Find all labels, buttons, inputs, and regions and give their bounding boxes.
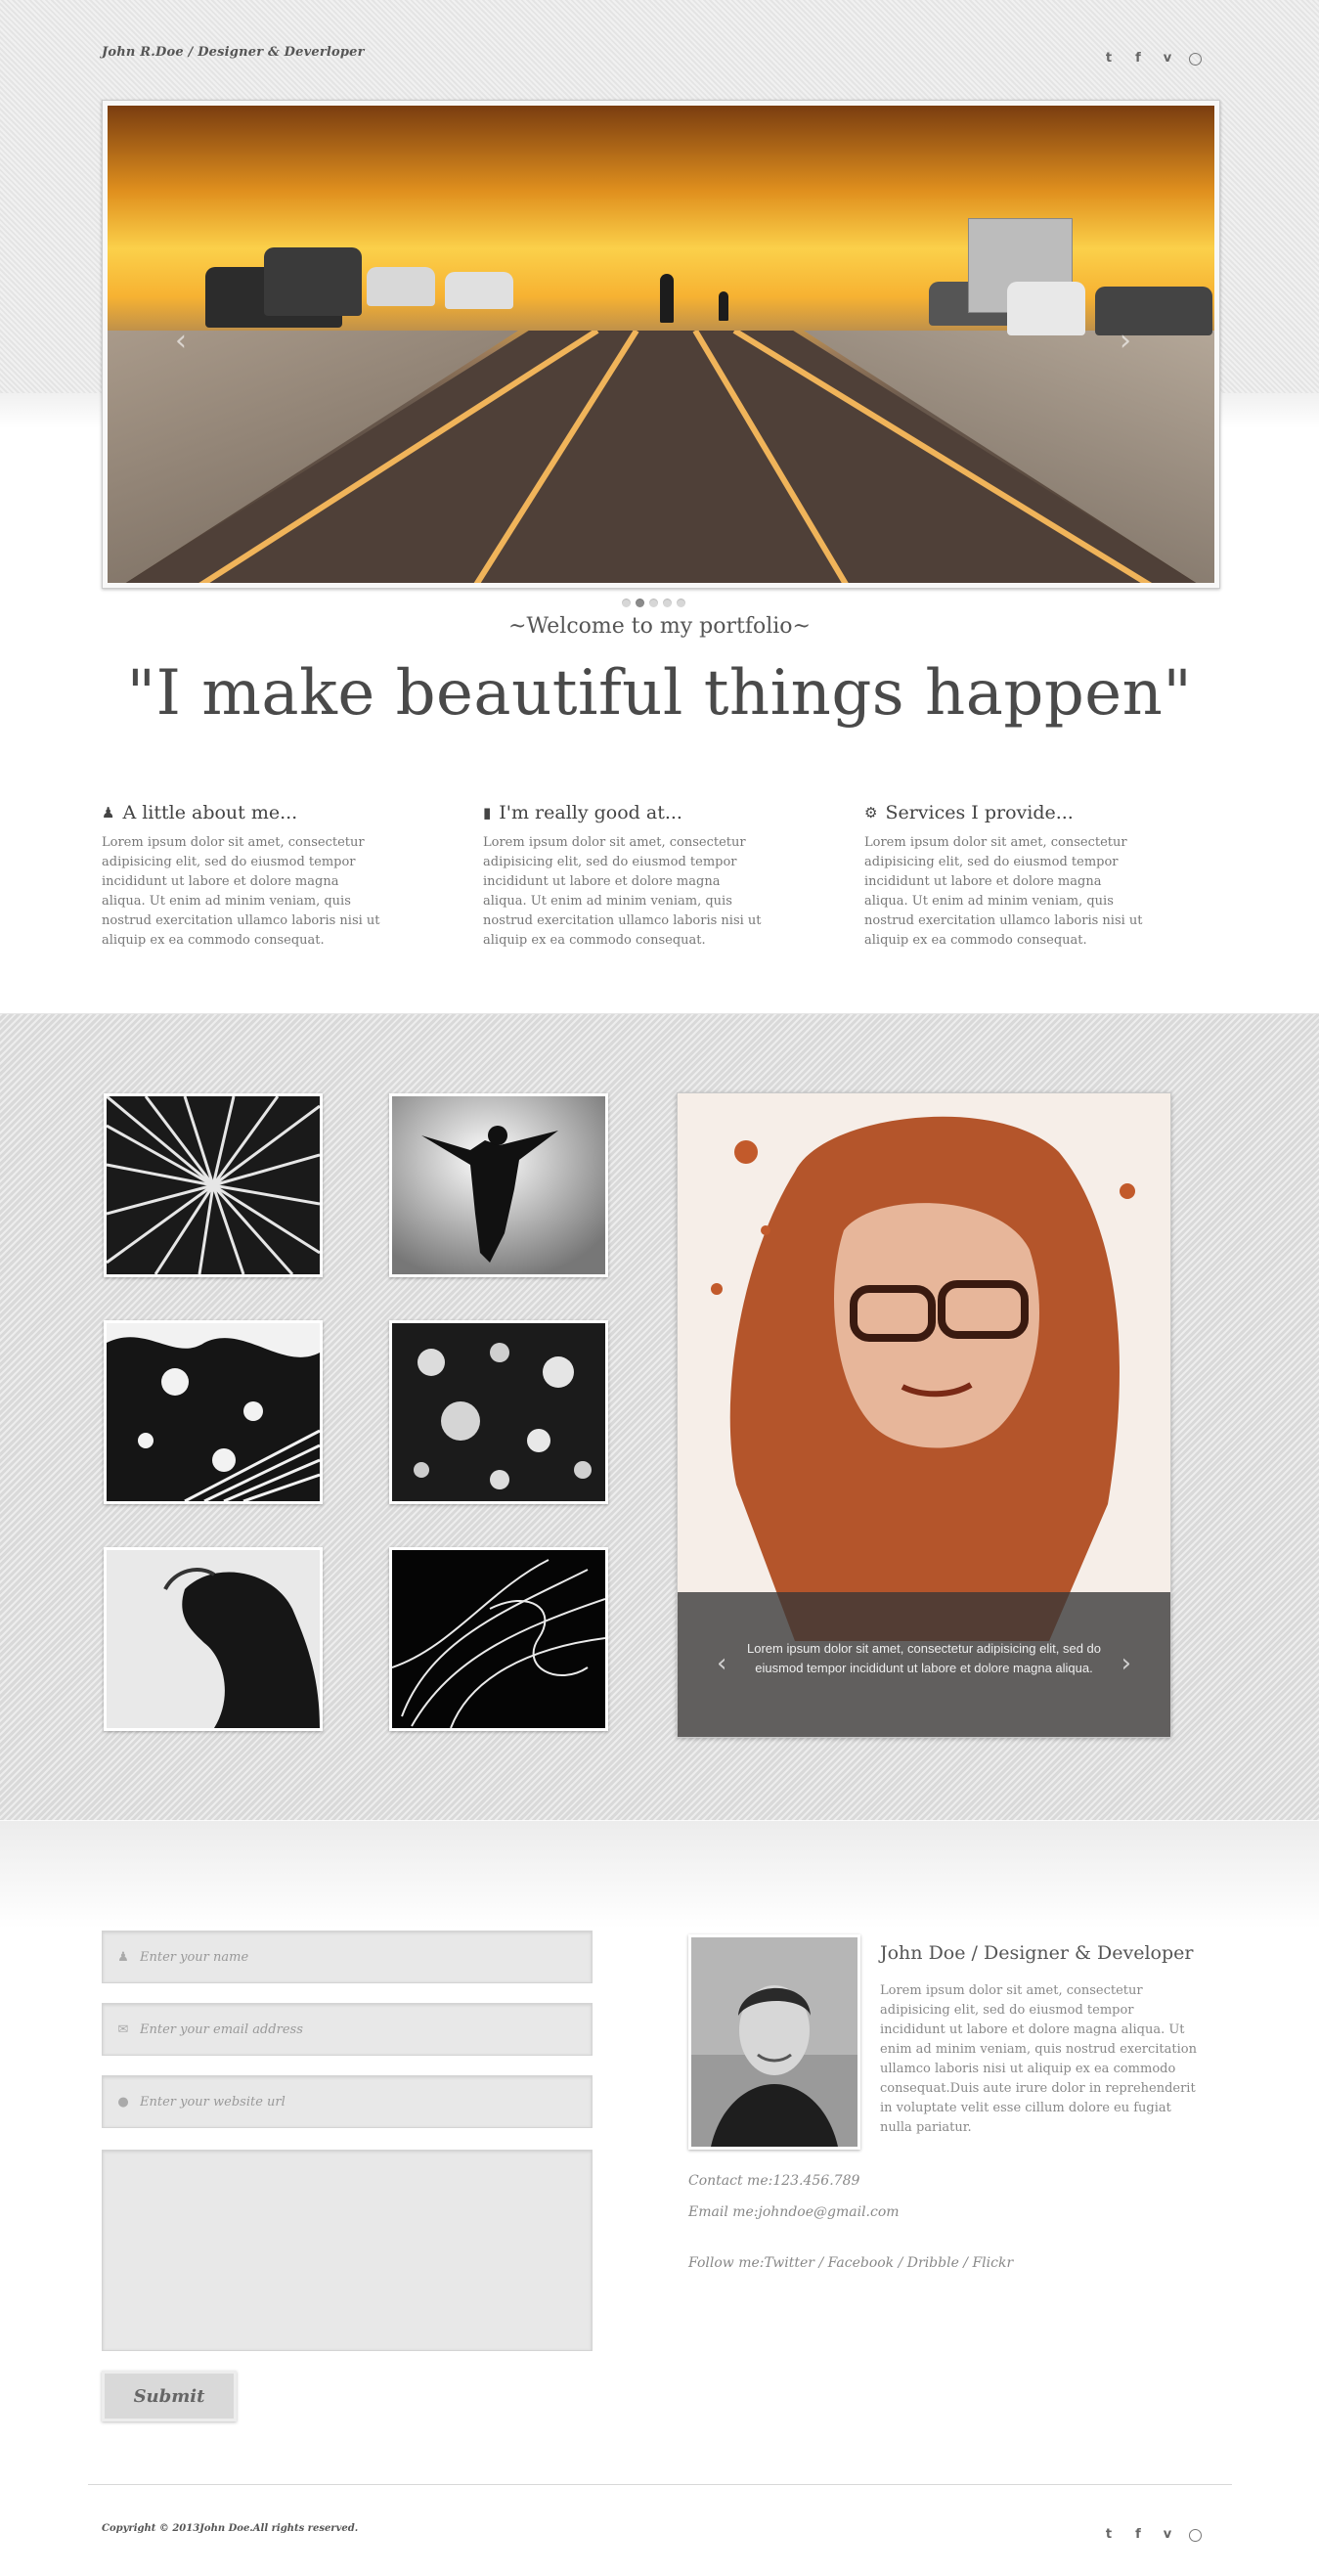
skills-text: Lorem ipsum dolor sit amet, consectetur … [483, 835, 762, 948]
skills-heading: ▮ I'm really good at... [483, 802, 767, 823]
gallery-thumbnail[interactable] [104, 1093, 323, 1277]
hero-image [108, 106, 1214, 583]
slider-prev-arrow[interactable]: ‹ [175, 324, 187, 358]
about-heading: ♟ A little about me... [102, 802, 385, 823]
name-field: ♟ [102, 1931, 593, 1983]
slider-next-arrow[interactable]: › [1120, 324, 1131, 358]
vimeo-icon[interactable]: v [1160, 51, 1175, 67]
name-input[interactable] [138, 1948, 572, 1966]
contact-phone: Contact me:123.456.789 [688, 2173, 860, 2189]
dribbble-icon[interactable] [1189, 2528, 1202, 2542]
about-column: ♟ A little about me... Lorem ipsum dolor… [102, 802, 385, 951]
about-text: Lorem ipsum dolor sit amet, consectetur … [102, 835, 380, 948]
services-text: Lorem ipsum dolor sit amet, consectetur … [864, 835, 1143, 948]
website-input[interactable] [138, 2093, 572, 2110]
caption-prev-arrow[interactable]: ‹ [717, 1649, 726, 1678]
facebook-icon[interactable]: f [1130, 2527, 1146, 2543]
footer-social-links: t f v [1101, 2527, 1202, 2543]
services-title: Services I provide... [885, 802, 1074, 823]
tagline-heading: "I make beautiful things happen" [126, 657, 1193, 730]
dribbble-icon[interactable] [1189, 52, 1202, 66]
slider-dot-active[interactable] [636, 599, 644, 607]
comment-icon: ▮ [483, 804, 492, 822]
skills-title: I'm really good at... [499, 802, 682, 823]
envelope-icon: ✉ [117, 2021, 129, 2037]
services-column: ⚙ Services I provide... Lorem ipsum dolo… [864, 802, 1148, 951]
slider-dot[interactable] [649, 599, 658, 607]
message-textarea[interactable] [102, 2150, 593, 2351]
twitter-icon[interactable]: t [1101, 51, 1117, 67]
gallery-thumbnail[interactable] [104, 1547, 323, 1731]
contact-email[interactable]: Email me:johndoe@gmail.com [688, 2204, 900, 2220]
featured-caption: Lorem ipsum dolor sit amet, consectetur … [678, 1592, 1170, 1737]
header-social-links: t f v [1101, 51, 1202, 67]
avatar [688, 1934, 860, 2150]
globe-icon: ● [117, 2094, 129, 2110]
caption-next-arrow[interactable]: › [1121, 1649, 1131, 1678]
gallery-thumbnail[interactable] [389, 1093, 608, 1277]
contact-band [0, 1821, 1319, 1929]
hero-slider: ‹ › [102, 100, 1220, 589]
profile-name: John Doe / Designer & Developer [880, 1942, 1194, 1964]
email-field: ✉ [102, 2003, 593, 2056]
brand-name[interactable]: John R.Doe / Designer & Deverloper [102, 45, 365, 60]
email-input[interactable] [138, 2021, 572, 2038]
slider-dot[interactable] [677, 599, 685, 607]
user-icon: ♟ [102, 804, 115, 822]
gallery-thumbnail[interactable] [389, 1547, 608, 1731]
website-field: ● [102, 2075, 593, 2128]
profile-bio: Lorem ipsum dolor sit amet, consectetur … [880, 1983, 1197, 2135]
submit-button[interactable]: Submit [102, 2371, 237, 2421]
gallery-thumbnail[interactable] [389, 1320, 608, 1504]
footer-divider [88, 2484, 1232, 2485]
slider-dot[interactable] [663, 599, 672, 607]
gallery-thumbnail[interactable] [104, 1320, 323, 1504]
vimeo-icon[interactable]: v [1160, 2527, 1175, 2543]
copyright-text: Copyright © 2013John Doe.All rights rese… [102, 2523, 359, 2534]
featured-artwork[interactable]: Lorem ipsum dolor sit amet, consectetur … [677, 1092, 1171, 1738]
twitter-icon[interactable]: t [1101, 2527, 1117, 2543]
services-heading: ⚙ Services I provide... [864, 802, 1148, 823]
slider-dot[interactable] [622, 599, 631, 607]
user-icon: ♟ [117, 1949, 129, 1965]
welcome-text: ~Welcome to my portfolio~ [508, 614, 811, 639]
gear-icon: ⚙ [864, 804, 878, 822]
slider-pagination [622, 599, 685, 607]
about-title: A little about me... [122, 802, 298, 823]
skills-column: ▮ I'm really good at... Lorem ipsum dolo… [483, 802, 767, 951]
follow-links[interactable]: Follow me:Twitter / Facebook / Dribble /… [688, 2255, 1013, 2271]
facebook-icon[interactable]: f [1130, 51, 1146, 67]
